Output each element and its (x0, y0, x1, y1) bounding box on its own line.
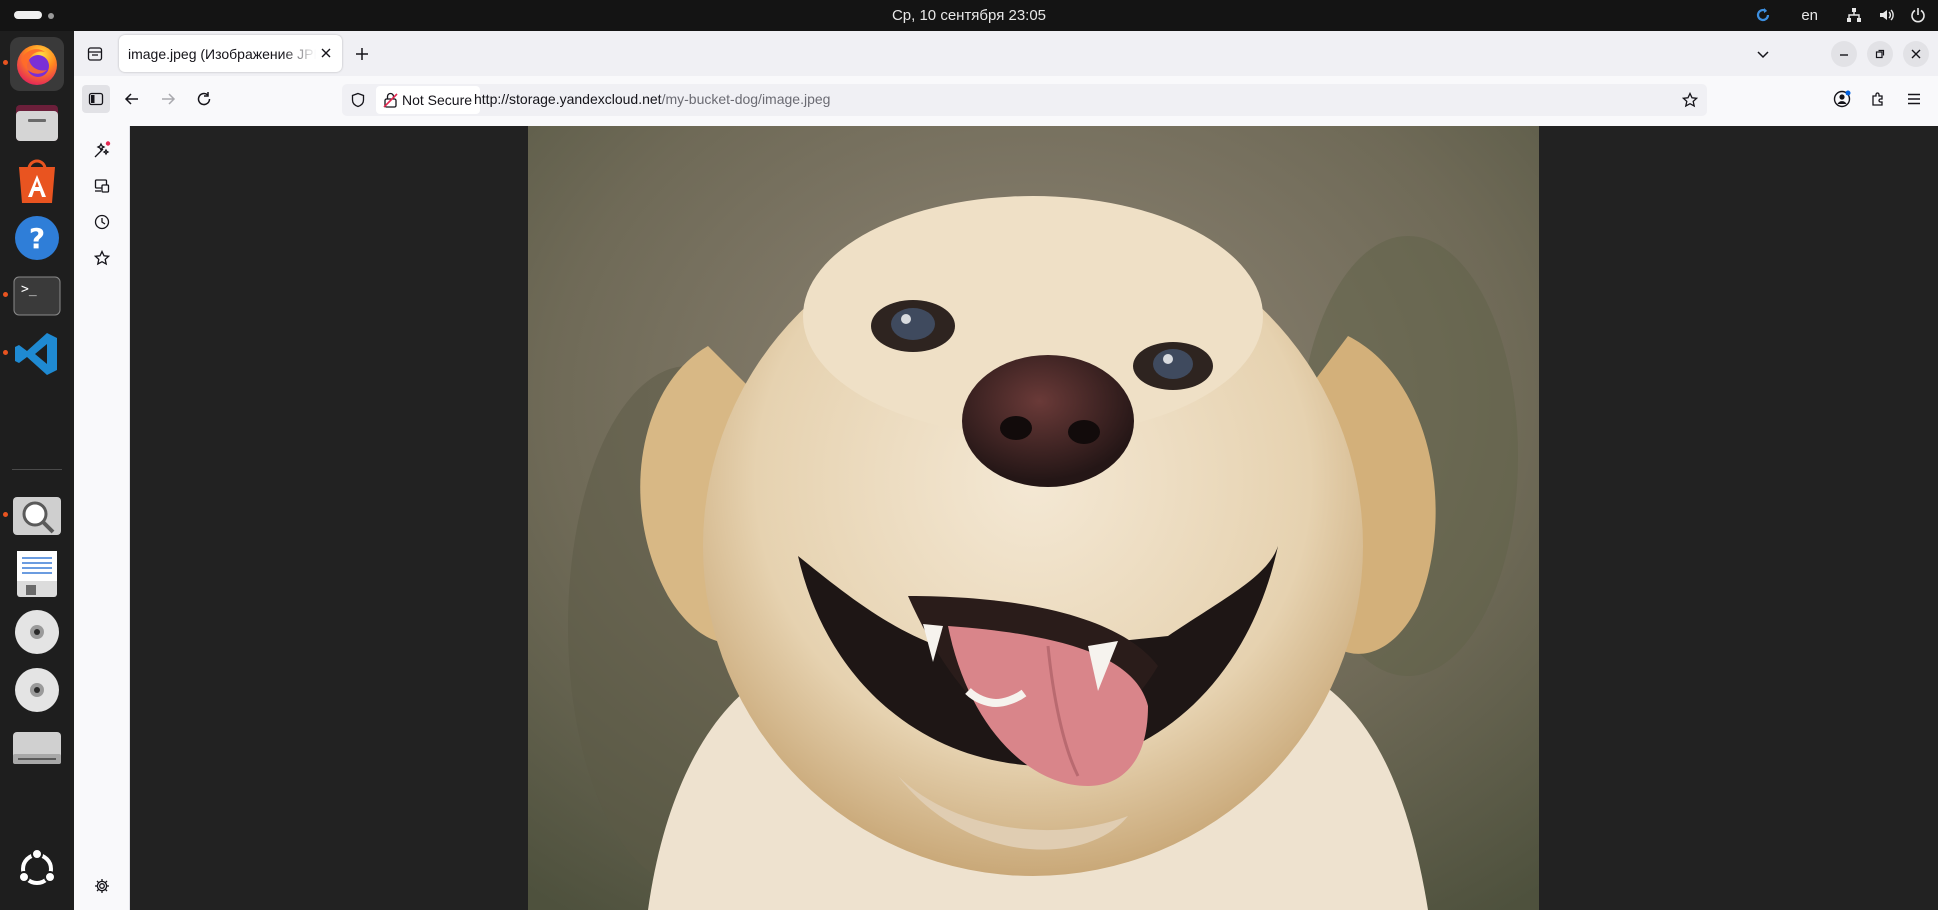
insecure-lock-icon (383, 92, 398, 108)
dock-files[interactable] (10, 95, 64, 149)
dock-help[interactable]: ? (10, 211, 64, 265)
tab-title: image.jpeg (Изображение JPEG, 1280 × 128… (128, 45, 316, 62)
shield-icon (351, 92, 365, 108)
power-icon[interactable] (1910, 7, 1926, 23)
restore-icon (1875, 49, 1885, 59)
back-arrow-icon (124, 93, 138, 105)
star-icon (1682, 92, 1698, 108)
history-icon (94, 214, 110, 230)
dock-disc-2[interactable] (10, 663, 64, 717)
dock-firefox[interactable] (10, 37, 64, 91)
disc-icon (15, 668, 59, 712)
firefox-view-button[interactable] (84, 43, 106, 65)
synced-tabs-icon (94, 179, 110, 193)
reload-button[interactable] (192, 87, 216, 111)
gear-icon (95, 879, 109, 893)
system-tray[interactable]: en (1755, 5, 1926, 25)
vscode-icon (15, 333, 57, 375)
new-tab-button[interactable] (351, 43, 373, 65)
sidebar-customize-button[interactable] (90, 874, 114, 898)
close-icon (321, 48, 331, 58)
puzzle-icon (1872, 92, 1883, 106)
text-editor-icon (17, 551, 57, 597)
dock-separator (12, 469, 62, 470)
account-icon (1833, 90, 1851, 108)
url-bar[interactable]: Not Secure http://storage.yandexcloud.ne… (342, 84, 1707, 116)
plus-icon (356, 48, 368, 60)
network-icon[interactable] (1846, 7, 1862, 23)
url-text[interactable]: http://storage.yandexcloud.net/my-bucket… (474, 91, 830, 107)
firefox-window: image.jpeg (Изображение JPEG, 1280 × 128… (74, 31, 1938, 910)
running-indicator (3, 512, 8, 517)
terminal-icon: >_ (13, 276, 61, 316)
close-window-button[interactable] (1903, 41, 1929, 67)
show-apps-button[interactable] (10, 842, 64, 896)
tab-bar: image.jpeg (Изображение JPEG, 1280 × 128… (74, 31, 1938, 76)
dock-text-editor[interactable] (10, 547, 64, 601)
chevron-down-icon (1757, 51, 1769, 59)
app-menu-button[interactable] (1902, 87, 1926, 111)
forward-button[interactable] (156, 87, 180, 111)
help-icon: ? (15, 216, 59, 260)
minimize-button[interactable] (1831, 41, 1857, 67)
site-security-button[interactable]: Not Secure (376, 86, 481, 114)
sidebar-history-button[interactable] (90, 210, 114, 234)
forward-arrow-icon (162, 93, 176, 105)
restore-button[interactable] (1867, 41, 1893, 67)
dock-terminal[interactable]: >_ (10, 269, 64, 323)
files-icon (16, 105, 58, 141)
app-center-icon (19, 159, 55, 203)
drive-icon (13, 732, 61, 764)
sidebar-ai-chatbot-button[interactable] (90, 138, 114, 162)
security-label: Not Secure (402, 92, 473, 108)
extensions-button[interactable] (1866, 87, 1890, 111)
running-indicator (3, 350, 8, 355)
tab-image-jpeg[interactable]: image.jpeg (Изображение JPEG, 1280 × 128… (119, 35, 342, 72)
svg-text:?: ? (29, 222, 45, 255)
dock-drive[interactable] (10, 721, 64, 775)
tracking-protection-button[interactable] (348, 90, 368, 110)
volume-icon[interactable] (1878, 7, 1894, 23)
ai-chatbot-icon (94, 141, 111, 158)
close-icon (1911, 49, 1921, 59)
url-path: /my-bucket-dog/image.jpeg (661, 91, 831, 107)
close-tab-button[interactable] (318, 45, 334, 61)
dock-disc-1[interactable] (10, 605, 64, 659)
svg-text:>_: >_ (21, 282, 37, 297)
image-viewer-icon (13, 497, 61, 535)
image-viewer-content (130, 126, 1938, 910)
account-button[interactable] (1830, 87, 1854, 111)
disc-icon (15, 610, 59, 654)
url-host: http://storage.yandexcloud.net (474, 91, 662, 107)
hamburger-icon (1908, 93, 1920, 105)
back-button[interactable] (120, 87, 144, 111)
bookmark-star-button[interactable] (1680, 90, 1700, 110)
dock-image-viewer[interactable] (10, 489, 64, 543)
ubuntu-logo-icon (18, 848, 56, 885)
firefox-view-icon (87, 47, 103, 61)
dock-app-center[interactable] (10, 153, 64, 207)
list-all-tabs-button[interactable] (1752, 43, 1774, 65)
dock-vscode[interactable] (10, 327, 64, 381)
firefox-icon (17, 45, 57, 85)
sidebar (74, 126, 130, 910)
running-indicator (3, 292, 8, 297)
sidebar-bookmarks-button[interactable] (90, 246, 114, 270)
sidebar-synced-tabs-button[interactable] (90, 174, 114, 198)
reload-icon (197, 92, 211, 106)
clock[interactable]: Ср, 10 сентября 23:05 (0, 7, 1938, 24)
dog-photo[interactable] (528, 126, 1539, 910)
language-indicator[interactable]: en (1801, 7, 1818, 24)
system-top-bar: Ср, 10 сентября 23:05 en (0, 0, 1938, 31)
bookmarks-icon (94, 250, 110, 266)
dog-image (528, 126, 1539, 910)
sync-icon[interactable] (1755, 7, 1771, 23)
sidebar-toggle-button[interactable] (82, 85, 110, 113)
navigation-toolbar: Not Secure http://storage.yandexcloud.ne… (74, 76, 1938, 126)
minimize-icon (1840, 54, 1848, 56)
sidebar-icon (88, 92, 104, 106)
dock: ? >_ (0, 31, 74, 910)
running-indicator (3, 60, 8, 65)
